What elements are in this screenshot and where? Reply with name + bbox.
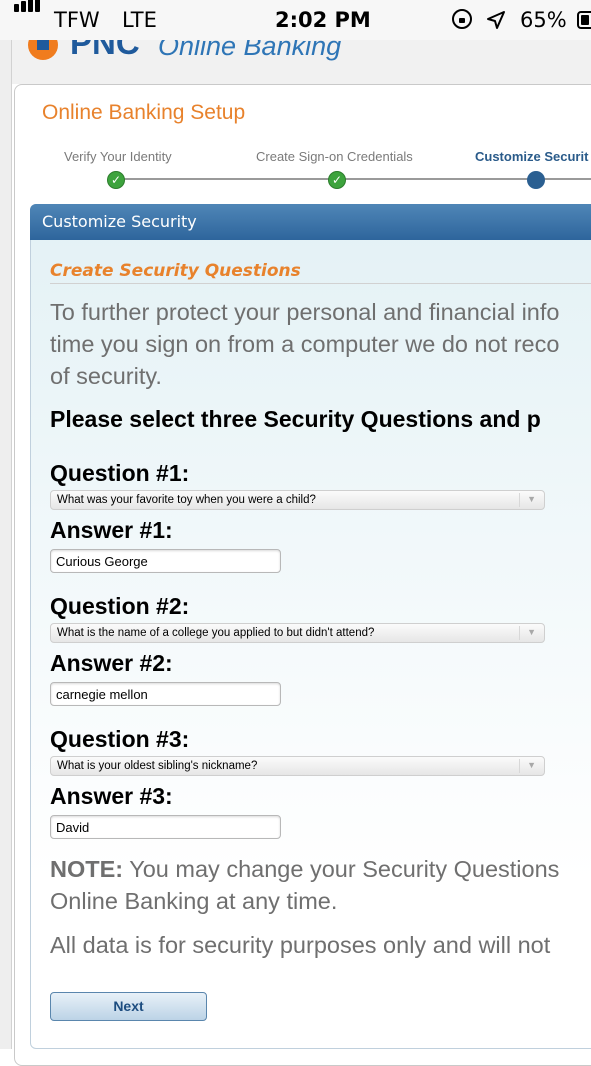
location-arrow-icon — [487, 11, 505, 29]
check-icon: ✓ — [107, 171, 125, 189]
answer-3-label: Answer #3: — [50, 783, 173, 809]
battery-icon — [577, 11, 591, 29]
answer-3-value: David — [56, 820, 90, 835]
intro-line: time you sign on from a computer we do n… — [50, 331, 560, 357]
question-1-selected-text: What was your favorite toy when you were… — [57, 494, 316, 506]
step-verify-identity-label: Verify Your Identity — [64, 149, 172, 164]
disclaimer-text: All data is for security purposes only a… — [50, 932, 551, 958]
answer-1-value: Curious George — [56, 554, 148, 569]
progress-track — [115, 178, 591, 180]
network-type: LTE — [122, 8, 157, 32]
answer-1-input[interactable]: Curious George — [50, 549, 281, 573]
note-line: NOTE: You may change your Security Quest… — [50, 853, 559, 885]
carrier-name: TFW — [54, 8, 100, 32]
question-3-selected-text: What is your oldest sibling's nickname? — [57, 760, 258, 772]
step-customize-security-label: Customize Securit — [475, 149, 589, 164]
status-bar: TFW LTE 2:02 PM 65% — [0, 0, 591, 40]
section-divider — [50, 283, 591, 284]
answer-3-input[interactable]: David — [50, 815, 281, 839]
current-step-icon — [527, 171, 545, 189]
question-1-select[interactable]: What was your favorite toy when you were… — [50, 490, 545, 510]
page-left-edge — [0, 40, 12, 1049]
next-button[interactable]: Next — [50, 992, 207, 1021]
intro-line: of security. — [50, 363, 162, 389]
question-3-label: Question #3: — [50, 726, 190, 752]
orientation-lock-icon — [452, 9, 472, 29]
answer-2-value: carnegie mellon — [56, 687, 148, 702]
note-line-2: Online Banking at any time. — [50, 888, 338, 914]
question-2-selected-text: What is the name of a college you applie… — [57, 627, 375, 639]
chevron-down-icon: ▼ — [527, 494, 536, 504]
note-prefix: NOTE: — [50, 856, 124, 882]
instruction-text: Please select three Security Questions a… — [50, 406, 541, 432]
panel-title: Customize Security — [42, 212, 197, 231]
brand-name: PNC — [70, 40, 140, 61]
battery-percent: 65% — [520, 8, 567, 32]
check-icon: ✓ — [328, 171, 346, 189]
answer-2-input[interactable]: carnegie mellon — [50, 682, 281, 706]
select-divider — [519, 493, 520, 507]
question-2-select[interactable]: What is the name of a college you applie… — [50, 623, 545, 643]
select-divider — [519, 759, 520, 773]
intro-text: To further protect your personal and fin… — [50, 296, 559, 392]
brand-subtitle: Online Banking — [158, 40, 342, 61]
question-2-label: Question #2: — [50, 593, 190, 619]
answer-1-label: Answer #1: — [50, 517, 173, 543]
answer-2-label: Answer #2: — [50, 650, 173, 676]
pnc-logo-icon — [28, 40, 58, 60]
intro-line: To further protect your personal and fin… — [50, 299, 560, 325]
chevron-down-icon: ▼ — [527, 760, 536, 770]
question-3-select[interactable]: What is your oldest sibling's nickname? … — [50, 756, 545, 776]
page-title: Online Banking Setup — [42, 101, 246, 124]
step-create-credentials-label: Create Sign-on Credentials — [256, 149, 413, 164]
chevron-down-icon: ▼ — [527, 627, 536, 637]
note-line-1: You may change your Security Questions — [123, 856, 560, 882]
section-title: Create Security Questions — [50, 261, 301, 281]
note-text: NOTE: You may change your Security Quest… — [50, 853, 559, 917]
clock: 2:02 PM — [275, 8, 371, 32]
select-divider — [519, 626, 520, 640]
question-1-label: Question #1: — [50, 460, 190, 486]
site-header: PNC Online Banking — [12, 40, 591, 84]
